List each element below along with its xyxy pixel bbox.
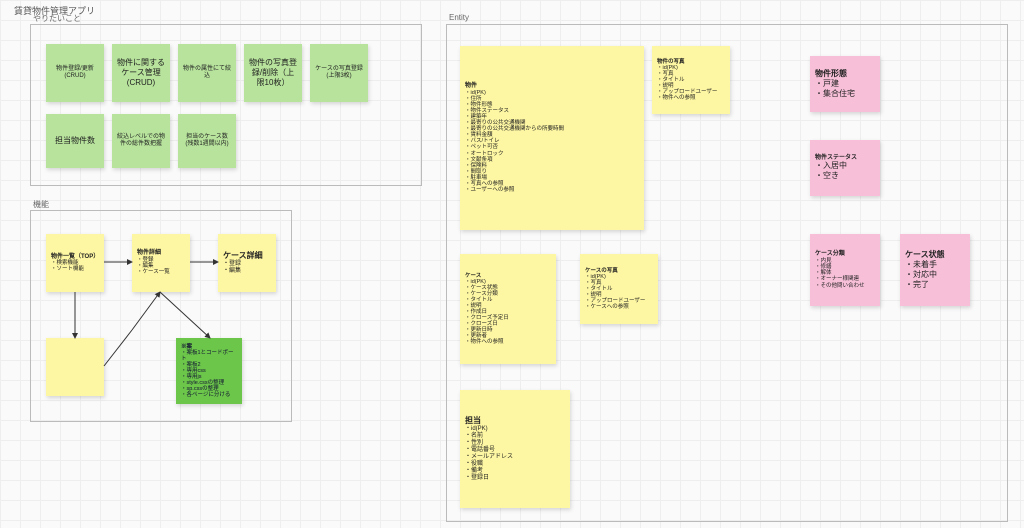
want-7[interactable]: 担当のケース数 (残数1週間以内) (178, 114, 236, 168)
want-1[interactable]: 物件に関するケース管理 (CRUD) (112, 44, 170, 102)
func-b[interactable]: 物件詳細 ・登録 ・編集 ・ケース一覧 (132, 234, 190, 292)
enum-case-cat[interactable]: ケース分類 ・内見 ・修繕 ・解体 ・オーナー様関連 ・その他問い合わせ (810, 234, 880, 306)
func-e[interactable]: ※案 ・案板1とコードポート ・案板2 ・専用css ・専用js ・style.… (176, 338, 242, 404)
et-3: ・電話番号 (465, 447, 565, 454)
func-d[interactable] (46, 338, 104, 396)
e4-0: ・未着手 (905, 260, 965, 270)
e3-4: ・その他問い合わせ (815, 283, 875, 289)
et-7: ・登録日 (465, 475, 565, 482)
func-c[interactable]: ケース詳細 ・登録 ・編集 (218, 234, 276, 292)
func-a-b1: ・ソート機能 (51, 266, 99, 272)
entity-case-photo[interactable]: ケースの写真 ・id(PK) ・写真 ・タイトル ・説明 ・アップロードユーザー… (580, 254, 658, 324)
want-3[interactable]: 物件の写真登録/削除（上限10枚） (244, 44, 302, 102)
enum-case-state[interactable]: ケース状態 ・未着手 ・対応中 ・完了 (900, 234, 970, 306)
func-b-b2: ・ケース一覧 (137, 269, 185, 275)
frame-func-label: 機能 (33, 199, 49, 210)
want-6[interactable]: 絞込レベルでの物件の総件数把握 (112, 114, 170, 168)
entity-property[interactable]: 物件 ・id(PK) ・住所 ・物件形態 ・物件ステータス ・建築年 ・最寄りの… (460, 46, 644, 230)
enum-property-status[interactable]: 物件ステータス ・入居中 ・空き (810, 140, 880, 196)
entity-case[interactable]: ケース ・id(PK) ・ケース状態 ・ケース分類 ・タイトル ・説明 ・作成日… (460, 254, 556, 364)
enum-property-type[interactable]: 物件形態 ・戸建 ・集合住宅 (810, 56, 880, 112)
frame-entity-label: Entity (449, 13, 469, 22)
ep-16: ・ユーザーへの参照 (465, 187, 639, 193)
want-5[interactable]: 担当物件数 (46, 114, 104, 168)
want-2[interactable]: 物件の属性にて絞込 (178, 44, 236, 102)
func-e-b6: ・各ページに分ける (181, 392, 237, 398)
func-c-title: ケース詳細 (223, 251, 271, 261)
entity-property-title: 物件 (465, 83, 639, 90)
et-5: ・役職 (465, 461, 565, 468)
e1-t: 物件形態 (815, 69, 875, 79)
e2-0: ・入居中 (815, 161, 875, 171)
func-c-b1: ・編集 (223, 268, 271, 275)
et-t: 担当 (465, 416, 565, 426)
entity-tantou[interactable]: 担当 ・id(PK) ・名前 ・性別 ・電話番号 ・メールアドレス ・役職 ・備… (460, 390, 570, 508)
e4-2: ・完了 (905, 280, 965, 290)
frame-want-label: やりたいこと (33, 13, 81, 24)
ec-10: ・物件への参照 (465, 339, 551, 345)
entity-property-photo[interactable]: 物件の写真 ・id(PK) ・写真 ・タイトル ・説明 ・アップロードユーザー … (652, 46, 730, 114)
et-6: ・備考 (465, 468, 565, 475)
ecp-5: ・ケースへの参照 (585, 304, 653, 310)
want-0[interactable]: 物件登録/更新 (CRUD) (46, 44, 104, 102)
func-c-b0: ・登録 (223, 261, 271, 268)
want-4[interactable]: ケースの写真登録 (上限3枚) (310, 44, 368, 102)
func-a[interactable]: 物件一覧（TOP） ・検索機能 ・ソート機能 (46, 234, 104, 292)
e4-1: ・対応中 (905, 270, 965, 280)
e1-1: ・集合住宅 (815, 89, 875, 99)
e2-1: ・空き (815, 171, 875, 181)
e4-t: ケース状態 (905, 250, 965, 260)
func-e-b0: ・案板1とコードポート (181, 350, 237, 362)
et-4: ・メールアドレス (465, 454, 565, 461)
e1-0: ・戸建 (815, 79, 875, 89)
epp-5: ・物件への参照 (657, 95, 725, 101)
